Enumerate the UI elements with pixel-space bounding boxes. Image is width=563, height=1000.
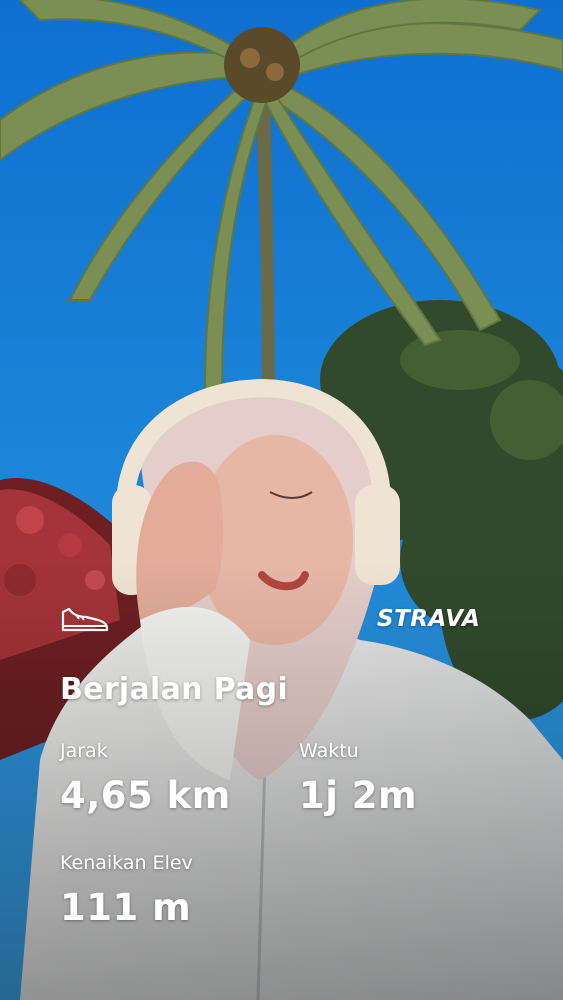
shoe-icon [61,607,109,632]
activity-title: Berjalan Pagi [60,672,288,707]
background-photo [0,0,563,1000]
activity-share-card: STRAVA Berjalan Pagi Jarak 4,65 km Waktu… [0,0,563,1000]
time-label: Waktu [299,740,359,762]
distance-value: 4,65 km [60,774,231,817]
time-value: 1j 2m [299,774,418,817]
distance-label: Jarak [60,740,108,762]
elevation-value: 111 m [60,886,192,929]
elevation-label: Kenaikan Elev [60,852,193,874]
strava-logo: STRAVA [377,606,481,632]
